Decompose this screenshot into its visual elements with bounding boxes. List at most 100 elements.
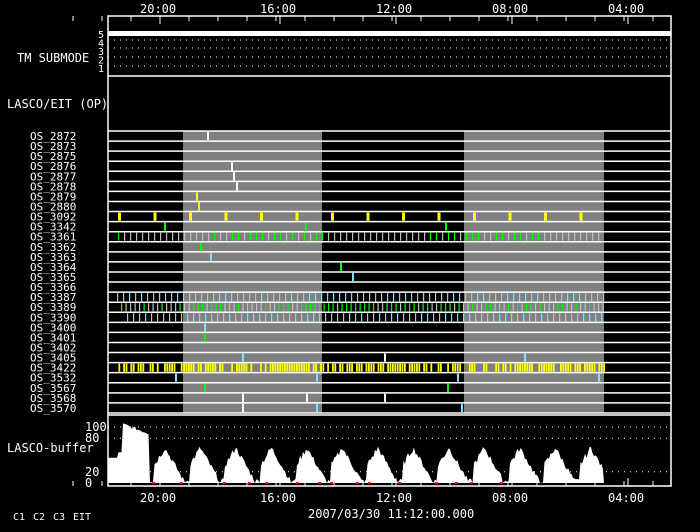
c3-event (513, 293, 515, 302)
c3-event (415, 313, 417, 322)
c3-event (387, 293, 389, 302)
eit-event (281, 363, 284, 372)
top-time-tick-label: 16:00 (260, 2, 296, 16)
c2-event (539, 303, 541, 312)
eit-event (351, 363, 353, 372)
eit-event (497, 363, 500, 372)
c2-event (544, 303, 546, 312)
c2-event (521, 303, 523, 312)
c3-event (535, 313, 537, 322)
c2-event (214, 232, 216, 241)
event-mark (305, 222, 307, 231)
c3-event (243, 293, 245, 302)
eit-event (149, 363, 152, 372)
c2-event (593, 303, 595, 312)
c3-event (583, 313, 585, 322)
eit-event (456, 363, 459, 372)
c3-event (429, 293, 431, 302)
eit-event (508, 212, 512, 221)
eit-event (473, 212, 476, 221)
c2-event (224, 303, 226, 312)
c2-event (287, 303, 289, 312)
c2-event (346, 303, 348, 312)
c2-event (538, 232, 540, 241)
c2-event (436, 232, 438, 241)
c2-event (584, 303, 586, 312)
event-mark (384, 393, 386, 402)
c3-event (325, 313, 327, 322)
tm-submode-label: TM SUBMODE (17, 51, 89, 65)
c2-event (454, 232, 456, 241)
eit-event (377, 363, 380, 372)
c3-event (531, 293, 533, 302)
eit-event (452, 363, 454, 372)
c3-event (393, 293, 395, 302)
c2-event (424, 232, 426, 241)
c3-event (267, 293, 269, 302)
c3-event (399, 293, 401, 302)
c3-event (279, 293, 281, 302)
eit-event (365, 363, 368, 372)
c3-event (519, 293, 521, 302)
c2-event (184, 303, 186, 312)
eit-event (291, 363, 293, 372)
eit-event (372, 363, 375, 372)
eit-event (447, 363, 449, 372)
eit-event (586, 363, 589, 372)
c2-event (478, 232, 480, 241)
eit-event (588, 363, 591, 372)
c2-event (490, 303, 492, 312)
c2-event (445, 303, 447, 312)
c2-event (301, 303, 303, 312)
c2-event (298, 232, 300, 241)
eit-event (368, 363, 370, 372)
eit-event (190, 363, 193, 372)
c2-event (226, 232, 228, 241)
event-mark (316, 403, 318, 412)
c1-buffer-mark (296, 482, 299, 484)
buffer-label: LASCO-buffer (7, 441, 94, 455)
c3-event (193, 313, 195, 322)
c2-event (256, 232, 258, 241)
c2-event (274, 232, 276, 241)
c2-event (341, 303, 343, 312)
c2-event (481, 303, 483, 312)
eit-event (591, 363, 593, 372)
c3-event (177, 293, 179, 302)
c3-event (559, 313, 561, 322)
c1-buffer-mark (500, 482, 503, 484)
eit-event (130, 363, 133, 372)
c2-event (556, 232, 558, 241)
eit-event (334, 363, 337, 372)
c2-event (161, 303, 163, 312)
c2-event (142, 232, 144, 241)
c3-event (139, 313, 141, 322)
c2-event (334, 232, 336, 241)
eit-event (521, 363, 524, 372)
c3-event (135, 293, 137, 302)
eit-event (430, 363, 433, 372)
c2-event (220, 232, 222, 241)
c2-event (250, 232, 252, 241)
eit-event (404, 363, 406, 372)
c2-event (130, 232, 132, 241)
eit-event (173, 363, 176, 372)
c2-event (211, 303, 213, 312)
c3-event (595, 313, 597, 322)
c3-event (481, 313, 483, 322)
eit-event (524, 363, 526, 372)
c2-event (244, 232, 246, 241)
eit-event (380, 363, 382, 372)
eit-event (245, 363, 248, 372)
c2-event (502, 232, 504, 241)
eit-event (209, 363, 212, 372)
eit-event (394, 363, 397, 372)
eit-event (250, 363, 253, 372)
eit-event (387, 363, 389, 372)
c1-buffer-mark (470, 482, 473, 484)
eit-event (468, 363, 471, 372)
c3-event (379, 313, 381, 322)
c3-event (277, 313, 279, 322)
c3-event (339, 293, 341, 302)
c3-event (373, 313, 375, 322)
